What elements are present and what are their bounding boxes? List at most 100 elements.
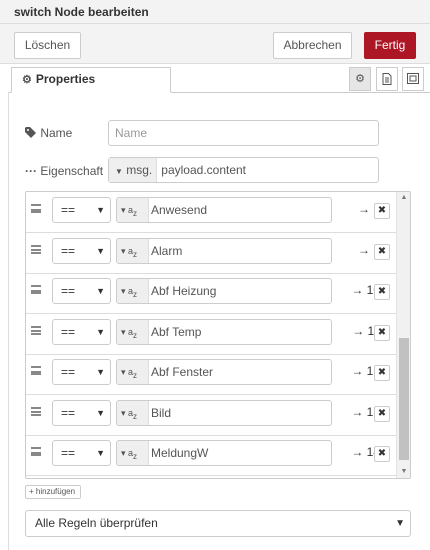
drag-handle-icon[interactable]	[31, 366, 41, 375]
caret-down-icon: ▼	[96, 326, 105, 337]
tab-properties[interactable]: ⚙ Properties	[11, 67, 171, 93]
rule-value: MeldungW	[151, 446, 209, 460]
property-label: ··· Eigenschaft	[25, 164, 103, 178]
scrollbar-thumb[interactable]	[399, 338, 409, 460]
cancel-button[interactable]: Abbrechen	[273, 32, 352, 59]
rule-value-input[interactable]: ▾ az Anwesend	[116, 197, 332, 223]
rule-operator: ==	[61, 365, 76, 379]
caret-down-icon: ▼	[96, 407, 105, 418]
rule-value-input[interactable]: ▾ az Abf Fenster	[116, 359, 332, 385]
rule-value: Bild	[151, 405, 172, 420]
rule-value: Abf Temp	[151, 324, 202, 339]
rule-operator-select[interactable]: == ▼	[52, 278, 111, 304]
gear-icon: ⚙	[355, 73, 365, 85]
caret-down-icon: ▼	[96, 205, 105, 215]
settings-tab-button[interactable]: ⚙	[349, 67, 371, 91]
remove-icon[interactable]: ✖	[374, 203, 390, 219]
rule-value-input[interactable]: ▾ az MeldungW	[116, 440, 332, 466]
rule-operator-select[interactable]: == ▼	[52, 197, 111, 223]
name-input[interactable]: Name	[108, 120, 379, 146]
tab-properties-label: Properties	[35, 72, 96, 86]
rule-value: Anwesend	[151, 203, 208, 217]
drag-handle-icon[interactable]	[31, 285, 41, 294]
done-button[interactable]: Fertig	[364, 32, 416, 59]
add-rule-button[interactable]: + hinzufügen	[25, 485, 81, 499]
rule-value-input[interactable]: ▾ az Abf Heizung	[116, 278, 332, 304]
description-tab-button[interactable]	[376, 67, 398, 91]
rule-row: == ▼ ▾ az Bild → 13 ✖	[26, 395, 396, 436]
string-type-icon[interactable]: ▾ az	[117, 279, 149, 303]
caret-down-icon: ▼	[96, 448, 105, 458]
string-type-icon[interactable]: ▾ az	[117, 360, 149, 384]
rule-value-input[interactable]: ▾ az Alarm	[116, 237, 332, 264]
rule-operator: ==	[61, 243, 76, 258]
drag-handle-icon[interactable]	[31, 204, 41, 213]
scrollbar[interactable]: ▲ ▼	[396, 192, 410, 478]
rule-operator-select[interactable]: == ▼	[52, 318, 111, 345]
rule-row: == ▼ ▾ az Anwesend → 8 ✖	[26, 192, 396, 233]
caret-down-icon: ▼	[96, 367, 105, 377]
rule-operator: ==	[61, 284, 76, 298]
rule-operator-select[interactable]: == ▼	[52, 237, 111, 264]
remove-icon[interactable]: ✖	[374, 284, 390, 300]
caret-down-icon: ▼	[96, 286, 105, 296]
drag-handle-icon[interactable]	[31, 406, 41, 416]
property-type-label: msg.	[126, 163, 153, 177]
ellipsis-icon: ···	[25, 164, 37, 178]
panel-border	[8, 92, 9, 550]
drag-handle-icon[interactable]	[31, 244, 41, 254]
rule-operator: ==	[61, 446, 76, 460]
rule-operator: ==	[61, 405, 76, 420]
add-rule-label: hinzufügen	[35, 487, 76, 496]
caret-down-icon: ▼	[395, 518, 405, 529]
scroll-down-icon[interactable]: ▼	[397, 466, 411, 478]
rule-operator: ==	[61, 203, 76, 217]
document-icon	[382, 73, 392, 85]
drag-handle-icon[interactable]	[31, 325, 41, 335]
property-type-button[interactable]: ▼ msg.	[109, 158, 158, 182]
rule-value-input[interactable]: ▾ az Bild	[116, 399, 332, 426]
remove-icon[interactable]: ✖	[374, 324, 390, 341]
tag-icon	[25, 126, 40, 140]
rule-row: == ▼ ▾ az Abf Fenster → 12 ✖	[26, 354, 396, 395]
rule-row: == ▼ ▾ az MeldungW → 14 ✖	[26, 435, 396, 476]
rule-list: == ▼ ▾ az Anwesend → 8 ✖ == ▼ ▾ az Alarm → 9 ✖ == ▼ ▾ …	[25, 191, 411, 479]
rule-operator-select[interactable]: == ▼	[52, 399, 111, 426]
caret-down-icon: ▼	[115, 167, 123, 176]
plus-icon: +	[29, 487, 34, 496]
property-label-text: Eigenschaft	[40, 164, 104, 178]
rule-value-input[interactable]: ▾ az Abf Temp	[116, 318, 332, 345]
rule-row: == ▼ ▾ az Abf Heizung → 10 ✖	[26, 273, 396, 314]
rule-value: Alarm	[151, 243, 183, 258]
scroll-up-icon[interactable]: ▲	[397, 192, 411, 204]
caret-down-icon: ▼	[96, 245, 105, 256]
string-type-icon[interactable]: ▾ az	[117, 319, 149, 344]
string-type-icon[interactable]: ▾ az	[117, 441, 149, 465]
rule-row: == ▼ ▾ az Abf Temp → 11 ✖	[26, 314, 396, 355]
rule-value: Abf Fenster	[151, 365, 214, 379]
name-label: Name	[25, 126, 72, 140]
property-input[interactable]: ▼ msg. payload.content	[108, 157, 379, 183]
rule-operator-select[interactable]: == ▼	[52, 440, 111, 466]
rule-row: == ▼ ▾ az Alarm → 9 ✖	[26, 233, 396, 274]
check-mode-select[interactable]: Alle Regeln überprüfen ▼	[25, 510, 411, 537]
rule-operator-select[interactable]: == ▼	[52, 359, 111, 385]
dialog-title: switch Node bearbeiten	[14, 5, 149, 19]
layout-icon	[407, 73, 419, 84]
remove-icon[interactable]: ✖	[374, 405, 390, 422]
drag-handle-icon[interactable]	[31, 447, 41, 456]
string-type-icon[interactable]: ▾ az	[117, 198, 149, 222]
gear-icon: ⚙	[22, 74, 32, 86]
remove-icon[interactable]: ✖	[374, 365, 390, 381]
rule-value: Abf Heizung	[151, 284, 217, 298]
string-type-icon[interactable]: ▾ az	[117, 400, 149, 425]
remove-icon[interactable]: ✖	[374, 446, 390, 462]
property-value: payload.content	[161, 163, 247, 177]
appearance-tab-button[interactable]	[402, 67, 424, 91]
string-type-icon[interactable]: ▾ az	[117, 238, 149, 263]
remove-icon[interactable]: ✖	[374, 243, 390, 260]
check-mode-value: Alle Regeln überprüfen	[35, 516, 158, 530]
name-label-text: Name	[40, 126, 73, 140]
delete-button[interactable]: Löschen	[14, 32, 81, 59]
dialog-header: switch Node bearbeiten	[0, 0, 430, 24]
